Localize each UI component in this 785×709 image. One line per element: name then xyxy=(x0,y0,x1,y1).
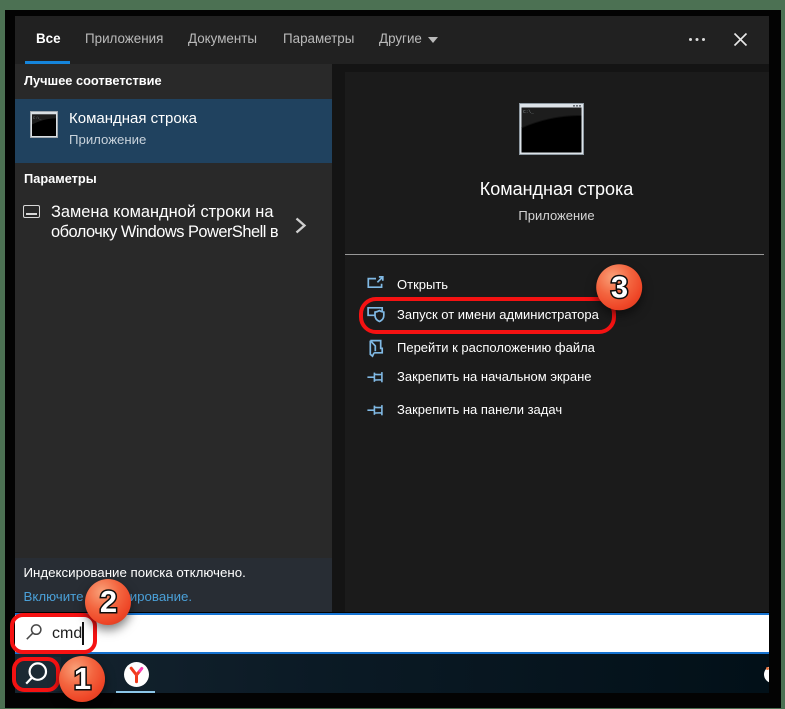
svg-text:C:\_: C:\_ xyxy=(523,109,534,115)
svg-text:1: 1 xyxy=(74,661,91,696)
svg-text:3: 3 xyxy=(611,269,628,304)
svg-text:2: 2 xyxy=(100,584,117,619)
svg-text:C:\_: C:\_ xyxy=(33,116,42,121)
